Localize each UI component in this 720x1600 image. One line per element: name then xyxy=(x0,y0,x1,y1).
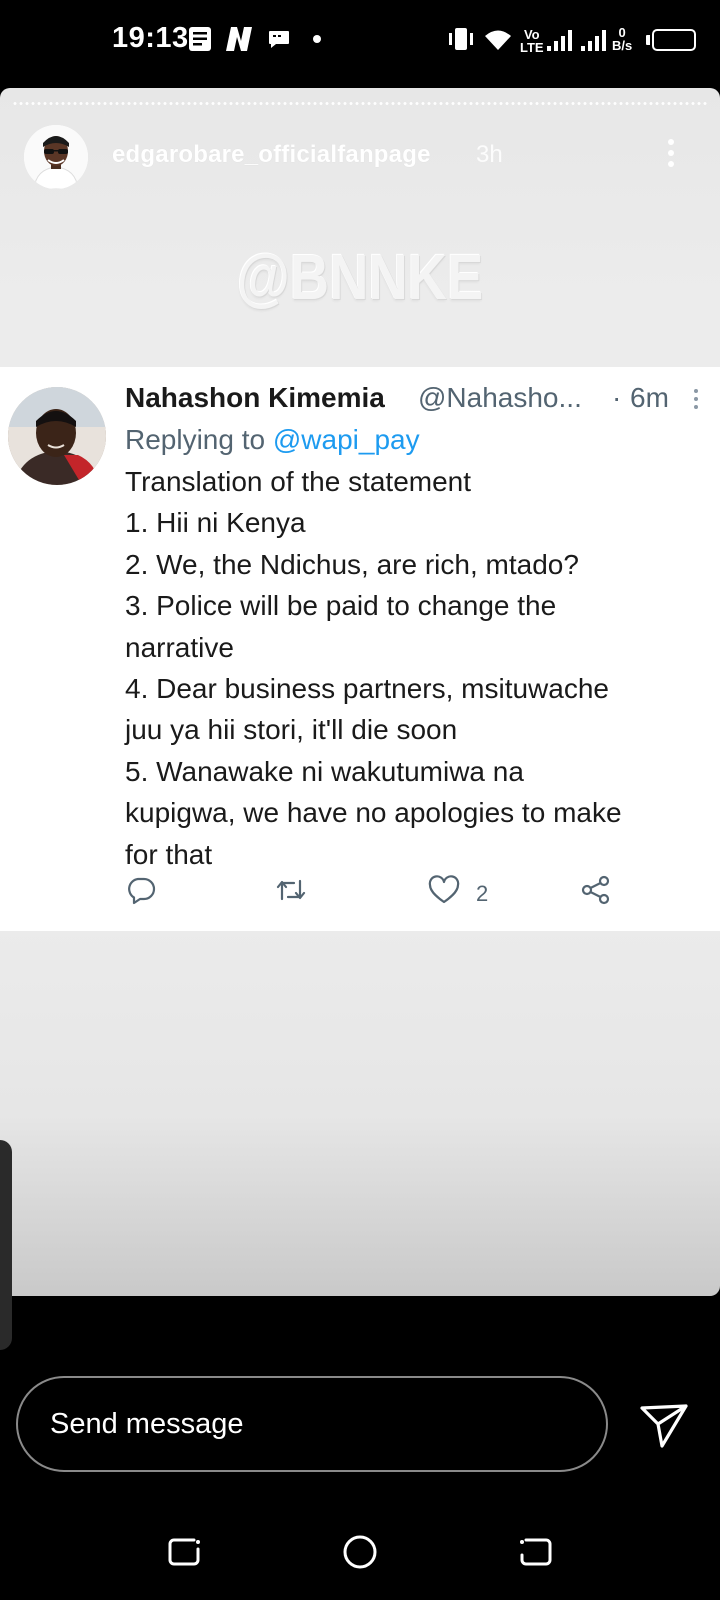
story-time-ago: 3h xyxy=(476,141,503,168)
tweet-text-line: Translation of the statement xyxy=(125,466,472,497)
n-app-icon xyxy=(226,27,252,51)
network-speed: 0 B/s xyxy=(612,25,633,53)
signal-icon xyxy=(581,30,606,51)
battery-tip xyxy=(646,35,650,45)
send-message-placeholder: Send message xyxy=(50,1408,244,1440)
reply-icon xyxy=(128,877,156,905)
story-author-avatar[interactable] xyxy=(24,125,88,189)
status-time: 19:13 xyxy=(112,22,189,54)
tweet-author-handle: @Nahasho... xyxy=(418,382,582,413)
navigation-bar xyxy=(0,1520,720,1600)
tweet-text-line: juu ya hii stori, it'll die soon xyxy=(125,714,458,745)
tweet-more-icon xyxy=(693,389,699,413)
wifi-icon xyxy=(485,30,511,50)
tweet-actions: 2 xyxy=(0,875,720,915)
signal-icon xyxy=(547,30,572,51)
watermark-text: @BNNKE xyxy=(236,241,484,313)
tweet-card: Nahashon Kimemia @Nahasho... · 6m Replyi… xyxy=(0,367,720,931)
tweet-time-ago: 6m xyxy=(630,382,669,413)
reply-mention-link: @wapi_pay xyxy=(272,424,420,455)
tweet-text-line: 3. Police will be paid to change the xyxy=(125,590,557,621)
tweet-text-line: for that xyxy=(125,839,213,870)
status-bar: 19:13 Vo LTE 0 B/s 57 xyxy=(0,0,720,82)
tweet-text-line: kupigwa, we have no apologies to make xyxy=(125,797,622,828)
retweet-icon xyxy=(276,879,306,901)
tweet-separator: · xyxy=(612,382,622,413)
tweet-text-line: 2. We, the Ndichus, are rich, mtado? xyxy=(125,549,579,580)
more-options-icon[interactable] xyxy=(664,136,678,176)
share-icon xyxy=(581,875,610,905)
side-panel-handle[interactable] xyxy=(0,1140,12,1350)
like-count: 2 xyxy=(476,881,489,906)
tweet-replying-to: Replying to @wapi_pay xyxy=(125,424,420,455)
notes-icon xyxy=(189,27,211,51)
send-message-input[interactable]: Send message xyxy=(16,1376,608,1472)
send-icon[interactable] xyxy=(638,1398,690,1450)
tweet-author-name: Nahashon Kimemia xyxy=(125,382,385,413)
like-icon xyxy=(428,875,460,904)
tweet-text-line: 1. Hii ni Kenya xyxy=(125,507,306,538)
message-icon xyxy=(269,31,289,48)
story-progress-bar xyxy=(12,102,708,105)
tweet-text-line: 5. Wanawake ni wakutumiwa na xyxy=(125,756,524,787)
story-username[interactable]: edgarobare_officialfanpage xyxy=(112,141,431,169)
home-icon[interactable] xyxy=(340,1532,380,1572)
tweet-author-avatar xyxy=(8,387,106,485)
battery-icon: 57 xyxy=(652,29,696,51)
tweet-text-line: narrative xyxy=(125,632,234,663)
lte-indicator: Vo LTE xyxy=(520,27,544,55)
recent-apps-icon[interactable] xyxy=(164,1532,204,1572)
dot-icon xyxy=(313,35,321,43)
back-icon[interactable] xyxy=(516,1532,556,1572)
story-viewer[interactable]: edgarobare_officialfanpage 3h @BNNKE Nah… xyxy=(0,88,720,1296)
tweet-text-line: 4. Dear business partners, msituwache xyxy=(125,673,609,704)
vibrate-icon xyxy=(449,28,473,50)
